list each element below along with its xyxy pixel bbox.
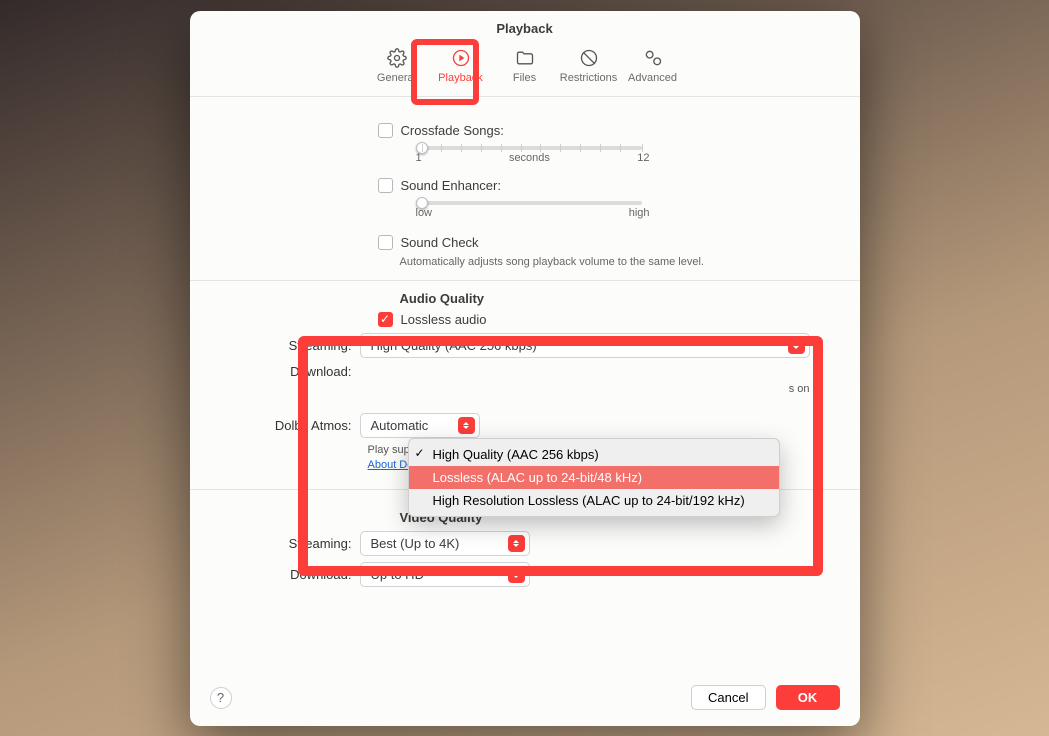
tab-label: General [377, 72, 416, 84]
enhancer-label: Sound Enhancer: [401, 178, 501, 193]
no-symbol-icon [577, 46, 601, 70]
help-button[interactable]: ? [210, 687, 232, 709]
dolby-label: Dolby Atmos: [250, 418, 360, 433]
crossfade-checkbox[interactable] [378, 123, 393, 138]
lossless-checkbox[interactable]: ✓ [378, 312, 393, 327]
gears-icon [641, 46, 665, 70]
stepper-icon [508, 566, 525, 583]
folder-icon [513, 46, 537, 70]
help-label: ? [217, 690, 224, 705]
note-fragment: s on [789, 383, 810, 395]
streaming-select[interactable]: High Quality (AAC 256 kbps) [360, 333, 810, 358]
video-streaming-label: Streaming: [250, 536, 360, 551]
tab-playback[interactable]: Playback [429, 42, 493, 88]
tab-label: Files [513, 72, 536, 84]
video-quality-section: Video Quality Streaming: Best (Up to 4K)… [250, 510, 810, 587]
play-circle-icon [449, 46, 473, 70]
soundcheck-label: Sound Check [401, 235, 479, 250]
video-download-value: Up to HD [371, 567, 424, 582]
dolby-select[interactable]: Automatic [360, 413, 480, 438]
menu-option-high-quality[interactable]: High Quality (AAC 256 kbps) [409, 443, 779, 466]
enhancer-checkbox[interactable] [378, 178, 393, 193]
enhancer-high: high [629, 207, 650, 219]
tab-advanced[interactable]: Advanced [621, 42, 685, 88]
tab-label: Advanced [628, 72, 677, 84]
enhancer-slider[interactable] [422, 201, 642, 205]
tab-general[interactable]: General [365, 42, 429, 88]
streaming-label: Streaming: [250, 338, 360, 353]
ok-button[interactable]: OK [776, 685, 840, 710]
stepper-icon [508, 535, 525, 552]
crossfade-label: Crossfade Songs: [401, 123, 504, 138]
window-title: Playback [190, 11, 860, 36]
streaming-value: High Quality (AAC 256 kbps) [371, 338, 537, 353]
tab-restrictions[interactable]: Restrictions [557, 42, 621, 88]
soundcheck-desc: Automatically adjusts song playback volu… [400, 256, 810, 268]
footer: ? Cancel OK [190, 670, 860, 726]
separator [190, 280, 860, 281]
audio-quality-heading: Audio Quality [400, 291, 810, 306]
crossfade-slider[interactable] [422, 146, 642, 150]
dolby-value: Automatic [371, 418, 429, 433]
gear-icon [385, 46, 409, 70]
tab-files[interactable]: Files [493, 42, 557, 88]
download-label: Download: [250, 364, 360, 379]
video-download-select[interactable]: Up to HD [360, 562, 530, 587]
stepper-icon [458, 417, 475, 434]
download-quality-menu: High Quality (AAC 256 kbps) Lossless (AL… [408, 438, 780, 517]
tab-label: Playback [438, 72, 483, 84]
video-download-label: Download: [250, 567, 360, 582]
enhancer-low: low [416, 207, 433, 219]
video-streaming-select[interactable]: Best (Up to 4K) [360, 531, 530, 556]
prefs-toolbar: General Playback Files Restrictions Adva… [190, 42, 860, 97]
menu-option-lossless[interactable]: Lossless (ALAC up to 24-bit/48 kHz) [409, 466, 779, 489]
video-streaming-value: Best (Up to 4K) [371, 536, 460, 551]
stepper-icon [788, 337, 805, 354]
soundcheck-checkbox[interactable] [378, 235, 393, 250]
menu-option-hires-lossless[interactable]: High Resolution Lossless (ALAC up to 24-… [409, 489, 779, 512]
crossfade-max: 12 [637, 152, 649, 164]
cancel-button[interactable]: Cancel [691, 685, 765, 710]
preferences-window: Playback General Playback Files Restrict… [190, 11, 860, 726]
crossfade-mid: seconds [422, 152, 638, 164]
lossless-label: Lossless audio [401, 312, 487, 327]
tab-label: Restrictions [560, 72, 617, 84]
